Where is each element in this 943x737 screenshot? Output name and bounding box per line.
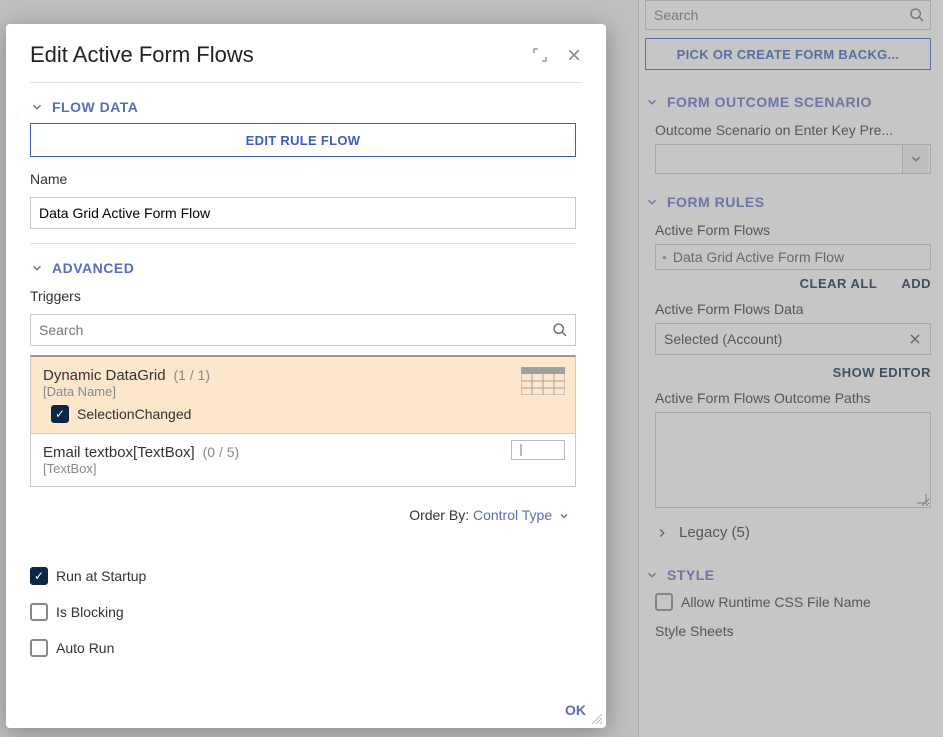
section-header-outcome[interactable]: FORM OUTCOME SCENARIO [645,90,931,114]
modal-title: Edit Active Form Flows [30,42,254,68]
modal-checkboxes: Run at Startup Is Blocking Auto Run [30,543,576,659]
order-by-select[interactable]: Control Type [473,507,570,523]
order-by-label: Order By: [409,507,469,523]
modal-header-actions [532,47,582,63]
order-by-row: Order By: Control Type [30,497,576,533]
clear-icon[interactable] [908,332,922,346]
modal-section-header-flowdata[interactable]: FLOW DATA [30,83,576,123]
textbox-icon [511,440,565,460]
edit-active-form-flows-modal: Edit Active Form Flows FLOW DATA EDIT RU… [6,24,606,728]
section-title: STYLE [667,567,715,583]
modal-section-title: FLOW DATA [52,99,138,115]
flows-data-value: Selected (Account) [664,331,782,347]
allow-runtime-label: Allow Runtime CSS File Name [681,594,871,610]
grid-icon [521,367,565,395]
allow-runtime-row: Allow Runtime CSS File Name [655,591,931,613]
outcome-paths-textarea[interactable] [655,412,931,508]
run-at-startup-row: Run at Startup [30,565,576,587]
resize-handle-icon[interactable] [590,712,602,724]
run-at-startup-label: Run at Startup [56,568,146,584]
modal-section-body-flowdata: EDIT RULE FLOW Name [30,123,576,244]
legacy-row[interactable]: Legacy (5) [655,518,931,547]
style-sheets-label: Style Sheets [655,623,931,639]
triggers-label: Triggers [30,288,576,304]
show-editor-link[interactable]: SHOW EDITOR [655,365,931,380]
modal-scroll[interactable]: FLOW DATA EDIT RULE FLOW Name ADVANCED T… [30,82,582,728]
panel-search-input[interactable] [645,0,931,30]
modal-section-title: ADVANCED [52,260,134,276]
add-link[interactable]: ADD [901,276,931,291]
name-label: Name [30,171,576,187]
properties-panel: PICK OR CREATE FORM BACKG... FORM OUTCOM… [638,0,943,737]
search-icon [552,322,568,338]
trigger-count: (1 / 1) [173,367,210,383]
auto-run-row: Auto Run [30,637,576,659]
active-flows-actions: CLEAR ALL ADD [655,276,931,291]
name-input[interactable] [30,197,576,229]
trigger-item-textbox[interactable]: Email textbox[TextBox] (0 / 5) [TextBox] [31,434,575,486]
auto-run-checkbox[interactable] [30,639,48,657]
expand-icon[interactable] [532,47,548,63]
chevron-down-icon [645,195,659,209]
trigger-item-datagrid[interactable]: Dynamic DataGrid (1 / 1) [Data Name] Sel… [31,357,575,434]
run-at-startup-checkbox[interactable] [30,567,48,585]
chevron-down-icon [645,568,659,582]
chevron-down-icon [645,95,659,109]
active-flows-value: Data Grid Active Form Flow [673,249,844,265]
chevron-down-icon [30,100,44,114]
trigger-event-row: SelectionChanged [51,405,563,423]
trigger-count: (0 / 5) [203,444,240,460]
chevron-down-icon [30,261,44,275]
trigger-list: Dynamic DataGrid (1 / 1) [Data Name] Sel… [30,355,576,487]
section-body-rules: Active Form Flows • Data Grid Active Form… [645,214,931,557]
pick-create-form-bg-button[interactable]: PICK OR CREATE FORM BACKG... [645,38,931,70]
chevron-right-icon [655,526,669,540]
modal-section-body-advanced: Triggers Dynamic DataGrid (1 / 1) [Dat [30,284,576,673]
legacy-label: Legacy (5) [679,524,750,541]
flows-data-label: Active Form Flows Data [655,301,931,317]
section-title: FORM OUTCOME SCENARIO [667,94,872,110]
modal-body: FLOW DATA EDIT RULE FLOW Name ADVANCED T… [6,82,606,728]
is-blocking-row: Is Blocking [30,601,576,623]
dropdown-icon [902,145,928,173]
trigger-sub: [Data Name] [43,384,563,399]
section-body-style: Allow Runtime CSS File Name Style Sheets [645,587,931,649]
trigger-sub: [TextBox] [43,461,563,476]
section-header-rules[interactable]: FORM RULES [645,190,931,214]
ok-button[interactable]: OK [565,702,586,718]
trigger-title: Dynamic DataGrid [43,367,166,384]
enter-key-label: Outcome Scenario on Enter Key Pre... [655,122,931,138]
trigger-search-wrap [30,314,576,346]
active-flows-list[interactable]: • Data Grid Active Form Flow [655,244,931,270]
section-title: FORM RULES [667,194,765,210]
is-blocking-checkbox[interactable] [30,603,48,621]
trigger-event-checkbox[interactable] [51,405,69,423]
enter-key-select[interactable] [655,144,931,174]
auto-run-label: Auto Run [56,640,114,656]
is-blocking-label: Is Blocking [56,604,124,620]
allow-runtime-checkbox[interactable] [655,593,673,611]
modal-section-header-advanced[interactable]: ADVANCED [30,244,576,284]
trigger-event-label: SelectionChanged [77,406,191,422]
section-header-style[interactable]: STYLE [645,563,931,587]
close-icon[interactable] [566,47,582,63]
trigger-title: Email textbox[TextBox] [43,444,195,461]
outcome-paths-label: Active Form Flows Outcome Paths [655,390,931,406]
panel-search-wrap [645,0,931,30]
bullet-icon: • [662,249,667,265]
active-flows-label: Active Form Flows [655,222,931,238]
edit-rule-flow-button[interactable]: EDIT RULE FLOW [30,123,576,157]
section-body-outcome: Outcome Scenario on Enter Key Pre... [645,114,931,184]
trigger-search-input[interactable] [30,314,576,346]
modal-header: Edit Active Form Flows [6,24,606,82]
clear-all-link[interactable]: CLEAR ALL [800,276,878,291]
flows-data-input[interactable]: Selected (Account) [655,323,931,355]
